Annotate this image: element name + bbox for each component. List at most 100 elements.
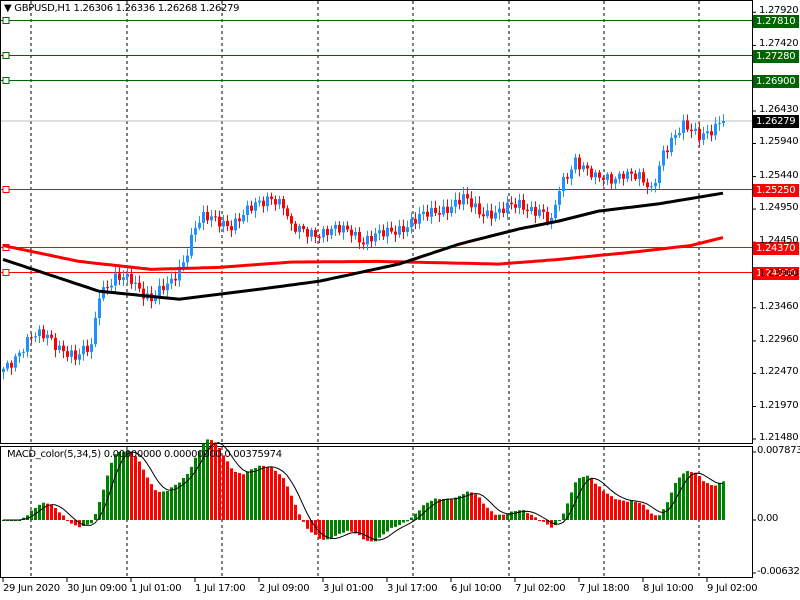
- bull-candle: [366, 235, 369, 245]
- price-axis-label: 1.23460: [759, 300, 799, 312]
- macd-histogram-bar: [342, 520, 345, 533]
- bear-candle: [478, 203, 481, 215]
- bear-candle: [262, 200, 265, 207]
- bull-candle: [122, 277, 125, 280]
- bear-candle: [490, 210, 493, 219]
- chart-canvas[interactable]: [0, 0, 800, 600]
- macd-histogram-bar: [282, 478, 285, 520]
- bear-candle: [66, 351, 69, 357]
- triangle-down-icon[interactable]: ▼: [4, 3, 12, 14]
- macd-histogram-bar: [722, 481, 725, 520]
- macd-histogram-bar: [122, 451, 125, 520]
- bull-candle: [658, 165, 661, 184]
- bull-candle: [298, 225, 301, 232]
- macd-histogram-bar: [118, 451, 121, 520]
- macd-histogram-bar: [702, 481, 705, 520]
- macd-histogram-bar: [562, 513, 565, 520]
- bear-candle: [438, 213, 441, 215]
- bull-candle: [322, 228, 325, 238]
- macd-histogram-bar: [262, 465, 265, 520]
- price-axis-label: 1.24450: [759, 235, 799, 247]
- bull-candle: [538, 209, 541, 216]
- bear-candle: [578, 157, 581, 170]
- macd-histogram-bar: [458, 495, 461, 520]
- bear-candle: [86, 345, 89, 352]
- bull-candle: [78, 354, 81, 360]
- bear-candle: [318, 236, 321, 238]
- bear-candle: [138, 282, 141, 289]
- macd-histogram-bar: [454, 497, 457, 520]
- bear-candle: [646, 182, 649, 188]
- bull-candle: [442, 206, 445, 215]
- macd-histogram-bar: [70, 520, 73, 524]
- resistance-price-tag[interactable]: 1.26900: [753, 74, 799, 88]
- macd-histogram-bar: [54, 508, 57, 520]
- bear-candle: [362, 242, 365, 245]
- bear-candle: [586, 165, 589, 169]
- bull-candle: [494, 212, 497, 219]
- time-axis-label: 7 Jul 18:00: [579, 583, 630, 594]
- macd-histogram-bar: [606, 493, 609, 520]
- macd-histogram-bar: [406, 520, 409, 522]
- macd-histogram-bar: [490, 511, 493, 520]
- bear-candle: [294, 223, 297, 232]
- bull-candle: [574, 157, 577, 170]
- macd-histogram-bar: [42, 502, 45, 520]
- bear-candle: [514, 204, 517, 208]
- macd-histogram-bar: [146, 477, 149, 520]
- macd-histogram-bar: [446, 498, 449, 520]
- macd-axis-label: 0.00: [757, 513, 779, 524]
- macd-axis-label: 0.0078738: [757, 445, 800, 456]
- bull-candle: [530, 206, 533, 212]
- bull-candle: [558, 191, 561, 205]
- macd-histogram-bar: [706, 483, 709, 520]
- macd-histogram-bar: [362, 520, 365, 540]
- bear-candle: [238, 218, 241, 222]
- bear-candle: [622, 173, 625, 179]
- bull-candle: [90, 344, 93, 352]
- bull-candle: [718, 123, 721, 125]
- macd-histogram-bar: [114, 454, 117, 520]
- macd-histogram-bar: [94, 514, 97, 520]
- macd-histogram-bar: [294, 504, 297, 520]
- bull-candle: [94, 317, 97, 345]
- bull-candle: [626, 171, 629, 179]
- bear-candle: [270, 196, 273, 200]
- bull-candle: [474, 203, 477, 208]
- macd-histogram-bar: [222, 455, 225, 520]
- macd-histogram-bar: [234, 471, 237, 520]
- macd-histogram-bar: [126, 450, 129, 520]
- bear-candle: [686, 120, 689, 130]
- resistance-price-tag[interactable]: 1.27810: [753, 14, 799, 28]
- bull-candle: [374, 233, 377, 242]
- macd-histogram-bar: [394, 520, 397, 527]
- bear-candle: [522, 199, 525, 210]
- bull-candle: [182, 262, 185, 267]
- time-axis-label: 2 Jul 09:00: [259, 583, 310, 594]
- bear-candle: [302, 225, 305, 230]
- macd-histogram-bar: [66, 520, 69, 521]
- bear-candle: [290, 216, 293, 224]
- level-handle: [2, 269, 10, 276]
- resistance-price-tag[interactable]: 1.27280: [753, 49, 799, 63]
- bull-candle: [98, 298, 101, 318]
- chart-window[interactable]: ▼ GBPUSD,H1 1.26306 1.26336 1.26268 1.26…: [0, 0, 800, 600]
- macd-histogram-bar: [690, 472, 693, 520]
- macd-histogram-bar: [286, 486, 289, 520]
- bear-candle: [434, 207, 437, 214]
- macd-histogram-bar: [86, 520, 89, 525]
- bull-candle: [258, 200, 261, 203]
- bull-candle: [582, 165, 585, 170]
- macd-histogram-bar: [598, 486, 601, 520]
- bull-candle: [354, 231, 357, 236]
- macd-histogram-bar: [662, 509, 665, 520]
- bear-candle: [534, 206, 537, 216]
- macd-histogram-bar: [450, 499, 453, 520]
- macd-histogram-bar: [530, 514, 533, 520]
- macd-histogram-bar: [246, 471, 249, 520]
- macd-histogram-bar: [242, 474, 245, 520]
- macd-histogram-bar: [478, 497, 481, 520]
- bear-candle: [666, 150, 669, 153]
- macd-histogram-bar: [302, 520, 305, 522]
- support-price-tag[interactable]: 1.25250: [753, 183, 799, 197]
